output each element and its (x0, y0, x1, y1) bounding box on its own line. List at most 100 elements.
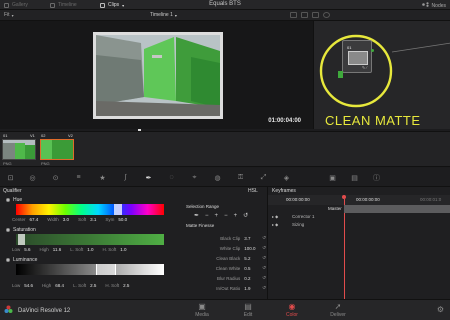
fit-dropdown[interactable]: Fit ▾ (4, 12, 14, 18)
saturation-high-value[interactable]: 11.6 (53, 247, 61, 252)
nodes-button[interactable]: Nodes (421, 2, 446, 9)
camera-raw-icon[interactable]: ⊡ (6, 173, 15, 182)
gang-icon[interactable] (323, 12, 330, 18)
sizing-icon[interactable]: ⤢ (259, 173, 268, 182)
reset-icon[interactable]: ↺ (262, 245, 266, 251)
clip-bar: 01 V1 PNG 02 V2 PNG (0, 131, 450, 167)
white-clip-label: White Clip (219, 245, 241, 251)
saturation-low-value[interactable]: 5.6 (24, 247, 30, 252)
white-clip-value[interactable]: 100.0 (244, 246, 258, 251)
nav-color[interactable]: ◉ Color (277, 302, 307, 318)
luminance-range-handle[interactable] (96, 264, 116, 275)
nodes-icon (421, 2, 429, 9)
enable-toggle-icon[interactable] (6, 228, 10, 232)
saturation-lsoft-label: L. Soft (70, 247, 84, 252)
hue-soft-value[interactable]: 3.1 (90, 217, 96, 222)
reset-icon[interactable]: ↺ (262, 255, 266, 261)
luminance-spectrum[interactable] (16, 264, 164, 275)
enable-toggle-icon[interactable] (6, 198, 10, 202)
selection-range-tools: ✒ − + − + ↺ (194, 212, 248, 220)
blur-icon[interactable]: ◍ (213, 173, 222, 182)
settings-icon[interactable]: ⚙ (437, 305, 444, 314)
color-match-icon[interactable]: ⊙ (51, 173, 60, 182)
reset-icon[interactable]: ↺ (262, 265, 266, 271)
nav-edit[interactable]: ▤ Edit (233, 302, 263, 318)
info-icon[interactable]: ⓘ (372, 173, 381, 182)
hue-width-value[interactable]: 3.0 (63, 217, 69, 222)
feather-minus-icon[interactable]: − (224, 213, 228, 219)
clean-matte-annotation: CLEAN MATTE (325, 113, 421, 128)
saturation-hsoft-label: H. Soft (102, 247, 117, 252)
blur-radius-value[interactable]: 0.2 (244, 276, 258, 281)
highlight-icon[interactable] (312, 12, 319, 18)
chevron-down-icon: ▾ (11, 12, 14, 18)
hue-spectrum[interactable] (16, 204, 164, 215)
histogram-icon[interactable]: ▤ (350, 173, 359, 182)
reset-icon[interactable]: ↺ (262, 285, 266, 291)
luminance-toggle[interactable]: Luminance (6, 257, 37, 263)
nav-edit-label: Edit (243, 312, 253, 318)
split-screen-icon[interactable] (301, 12, 308, 18)
clip-02-thumbnail[interactable] (40, 139, 74, 160)
saturation-toggle[interactable]: Saturation (6, 227, 36, 233)
expand-arrow-icon[interactable]: ▸ ◆ (272, 222, 278, 227)
rgb-mixer-icon[interactable]: ≡ (74, 173, 83, 182)
saturation-hsoft-value[interactable]: 1.0 (120, 247, 126, 252)
clip-01-thumbnail[interactable] (2, 139, 36, 160)
hue-sym-value[interactable]: 50.0 (118, 217, 127, 222)
key-icon[interactable]: ⚿ (236, 173, 245, 182)
scope-icon[interactable]: ▣ (328, 173, 337, 182)
black-clip-value[interactable]: 3.7 (244, 236, 258, 241)
node-input-icon[interactable] (338, 71, 343, 78)
node-thumbnail (348, 51, 368, 65)
expand-arrow-icon[interactable]: ▸ ◆ (272, 214, 278, 219)
clean-black-value[interactable]: 5.2 (244, 256, 258, 261)
enable-toggle-icon[interactable] (6, 258, 10, 262)
qualifier-icon[interactable]: ✒ (144, 173, 153, 182)
in-out-ratio-value[interactable]: 1.9 (244, 286, 258, 291)
hue-sym-label: Sym (105, 217, 115, 222)
timeline-selector[interactable]: Timeline 1 ▾ (150, 12, 177, 18)
node-tool-icons: ✎ ∕ (361, 65, 367, 70)
luminance-hsoft-label: H. Soft (105, 283, 120, 288)
luminance-label: Luminance (13, 257, 38, 263)
nav-deliver[interactable]: ➚ Deliver (323, 302, 353, 318)
reset-icon[interactable]: ↺ (262, 235, 266, 241)
qualifier-panel: Qualifier HSL Hue Center 67.4 Width 3.0 So… (0, 187, 268, 299)
hue-range-handle[interactable] (114, 204, 122, 215)
saturation-range-handle[interactable] (18, 234, 25, 245)
luminance-low-value[interactable]: 54.6 (24, 283, 33, 288)
3d-icon[interactable]: ◈ (282, 173, 291, 182)
wipe-icon[interactable] (290, 12, 297, 18)
deliver-icon: ➚ (334, 302, 342, 311)
reset-icon[interactable]: ↺ (262, 275, 266, 281)
luminance-high-value[interactable]: 68.4 (55, 283, 64, 288)
luminance-lsoft-value[interactable]: 2.5 (90, 283, 96, 288)
picker-minus-icon[interactable]: − (205, 213, 209, 219)
reset-icon[interactable]: ↺ (243, 212, 248, 219)
hue-toggle[interactable]: Hue (6, 197, 22, 203)
tracker-icon[interactable]: ⌖ (190, 173, 199, 182)
qualifier-mode[interactable]: HSL (248, 188, 258, 194)
color-icon: ◉ (288, 302, 296, 311)
feather-plus-icon[interactable]: + (234, 213, 238, 219)
saturation-spectrum[interactable] (16, 234, 164, 245)
window-icon[interactable]: ◌ (167, 173, 176, 182)
palette-toolbar: ⊡ ◎ ⊙ ≡ ★ ∫ ✒ ◌ ⌖ ◍ ⚿ ⤢ ◈ ▣ ▤ ⓘ (0, 168, 450, 187)
luminance-hsoft-value[interactable]: 2.5 (123, 283, 129, 288)
picker-plus-icon[interactable]: + (215, 213, 219, 219)
viewer: ✎ ▾ ✕ ⏮ ◀ ■ ▶ ⏭ ↻ 01:00:04:00 (0, 21, 313, 150)
saturation-lsoft-value[interactable]: 1.0 (87, 247, 93, 252)
node-01[interactable]: 01 ✎ ∕ (342, 40, 372, 73)
node-output-icon[interactable] (371, 49, 374, 52)
motion-effects-icon[interactable]: ★ (98, 173, 107, 182)
top-bar: Gallery Timeline Clips ▾ Equals BTS Node… (0, 0, 450, 10)
hue-center-value[interactable]: 67.4 (30, 217, 39, 222)
nav-media[interactable]: ▣ Media (187, 302, 217, 318)
curves-icon[interactable]: ∫ (121, 173, 130, 182)
keyframe-row-sizing[interactable]: ▸ ◆ Sizing (268, 221, 450, 231)
color-wheels-icon[interactable]: ◎ (28, 173, 37, 182)
clean-white-value[interactable]: 0.5 (244, 266, 258, 271)
eyedropper-icon[interactable]: ✒ (194, 212, 199, 219)
in-out-ratio-label: In/Out Ratio (216, 285, 241, 291)
